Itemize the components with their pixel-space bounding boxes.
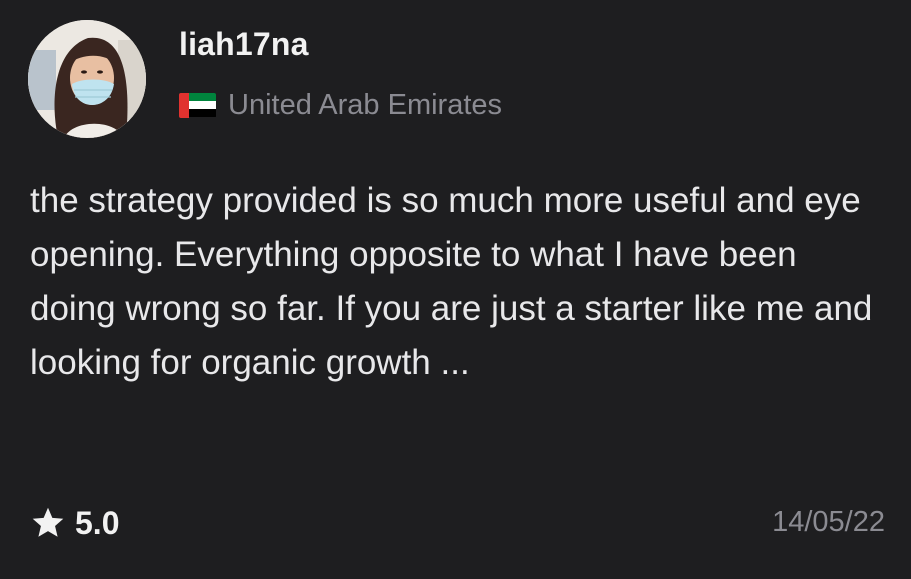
username[interactable]: liah17na	[179, 26, 309, 63]
rating: 5.0	[30, 500, 119, 546]
review-text: the strategy provided is so much more us…	[30, 181, 873, 382]
avatar-photo	[28, 20, 146, 138]
uae-flag-icon	[179, 92, 216, 118]
star-icon	[32, 507, 64, 537]
avatar[interactable]	[28, 20, 146, 138]
country-row: United Arab Emirates	[179, 88, 502, 122]
country-name: United Arab Emirates	[228, 88, 503, 121]
review-date: 14/05/22	[772, 506, 885, 538]
rating-value: 5.0	[75, 504, 120, 541]
review-card: liah17na United Arab Emirates the strate…	[0, 0, 911, 579]
